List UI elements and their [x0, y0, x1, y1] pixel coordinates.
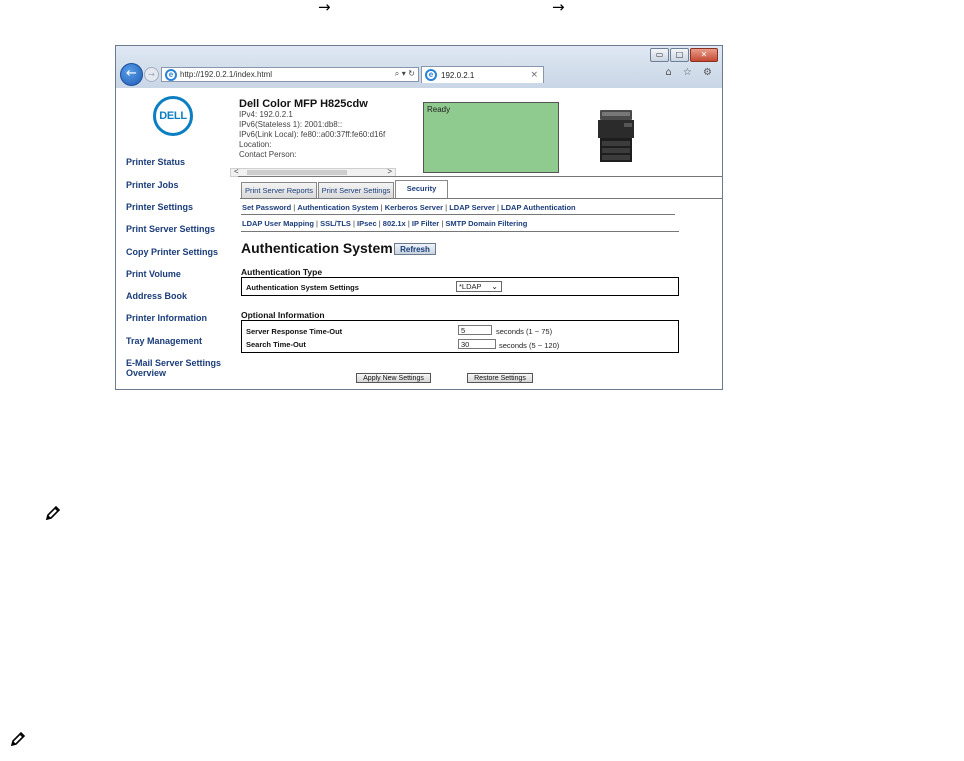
browser-chrome: ▭ □ ✕ ← → e http://192.0.2.1/index.html …	[116, 46, 722, 88]
sidebar-item-overview[interactable]: Overview	[126, 368, 166, 378]
link-ip-filter[interactable]: IP Filter	[412, 219, 439, 228]
tab-divider	[240, 198, 722, 199]
tab-close-icon[interactable]: ×	[530, 70, 538, 80]
search-timeout-label: Search Time-Out	[246, 340, 306, 349]
sidebar-item-address-book[interactable]: Address Book	[126, 291, 187, 301]
optional-info-heading: Optional Information	[241, 310, 325, 320]
response-timeout-input[interactable]: 5	[458, 325, 492, 335]
back-icon[interactable]: ←	[120, 63, 143, 86]
auth-system-label: Authentication System Settings	[246, 283, 359, 292]
restore-settings-button[interactable]: Restore Settings	[467, 373, 533, 383]
search-timeout-unit: seconds (5 ~ 120)	[499, 341, 560, 350]
ie-icon: e	[425, 69, 437, 81]
maximize-icon[interactable]: □	[670, 48, 689, 62]
optional-info-box: Server Response Time-Out 5 seconds (1 ~ …	[241, 320, 679, 353]
browser-window: ▭ □ ✕ ← → e http://192.0.2.1/index.html …	[115, 45, 723, 390]
home-favorites-settings-icon[interactable]: ⌂ ☆ ⚙	[665, 67, 716, 78]
sidebar-item-printer-status[interactable]: Printer Status	[126, 157, 185, 167]
page-content: DELL Printer Status Printer Jobs Printer…	[116, 88, 722, 389]
tab-security[interactable]: Security	[395, 180, 448, 198]
link-authentication-system[interactable]: Authentication System	[297, 203, 378, 212]
dell-logo: DELL	[153, 96, 193, 136]
note-pencil-icon	[10, 731, 26, 747]
response-timeout-label: Server Response Time-Out	[246, 327, 343, 336]
sidebar-item-email-server-settings[interactable]: E-Mail Server Settings	[126, 358, 221, 368]
scroll-thumb[interactable]	[247, 170, 347, 175]
forward-icon[interactable]: →	[144, 67, 159, 82]
nav-arrow: →	[552, 0, 565, 16]
sidebar-item-printer-settings[interactable]: Printer Settings	[126, 202, 193, 212]
sidebar-item-tray-management[interactable]: Tray Management	[126, 336, 202, 346]
device-info: Dell Color MFP H825cdw IPv4: 192.0.2.1 I…	[239, 98, 399, 160]
search-refresh-icon[interactable]: ⌕ ▾ ↻	[395, 69, 415, 79]
scroll-right-icon[interactable]: >	[387, 167, 392, 176]
ipv6-link-local: IPv6(Link Local): fe80::a00:37ff:fe60:d1…	[239, 130, 386, 139]
address-bar[interactable]: e http://192.0.2.1/index.html ⌕ ▾ ↻	[161, 67, 419, 82]
sidebar-item-print-volume[interactable]: Print Volume	[126, 269, 181, 279]
link-ldap-authentication[interactable]: LDAP Authentication	[501, 203, 576, 212]
device-model: Dell Color MFP H825cdw	[239, 98, 368, 110]
auth-type-heading: Authentication Type	[241, 267, 323, 277]
link-kerberos-server[interactable]: Kerberos Server	[385, 203, 443, 212]
close-icon[interactable]: ✕	[690, 48, 718, 62]
links-divider	[241, 214, 675, 215]
sidebar-item-print-server-settings[interactable]: Print Server Settings	[126, 224, 215, 234]
chevron-down-icon: ⌄	[491, 282, 498, 291]
printer-status-panel: Ready	[423, 102, 559, 173]
ipv4-address: IPv4: 192.0.2.1	[239, 110, 293, 119]
ie-icon: e	[165, 69, 177, 81]
note-pencil-icon	[45, 505, 61, 521]
printer-icon	[598, 110, 634, 162]
response-timeout-unit: seconds (1 ~ 75)	[496, 327, 553, 336]
nav-arrow: →	[318, 0, 331, 16]
tab-print-server-settings[interactable]: Print Server Settings	[318, 182, 394, 198]
auth-type-box: Authentication System Settings *LDAP ⌄	[241, 277, 679, 296]
tab-print-server-reports[interactable]: Print Server Reports	[241, 182, 317, 198]
sidebar-item-printer-information[interactable]: Printer Information	[126, 313, 207, 323]
links-divider	[241, 231, 679, 232]
link-8021x[interactable]: 802.1x	[383, 219, 406, 228]
browser-tab[interactable]: e 192.0.2.1 ×	[421, 66, 544, 83]
search-timeout-input[interactable]: 30	[458, 339, 496, 349]
link-ssl-tls[interactable]: SSL/TLS	[320, 219, 351, 228]
sidebar-item-printer-jobs[interactable]: Printer Jobs	[126, 180, 179, 190]
location: Location:	[239, 140, 272, 149]
contact-person: Contact Person:	[239, 150, 297, 159]
link-set-password[interactable]: Set Password	[242, 203, 291, 212]
link-smtp-domain-filtering[interactable]: SMTP Domain Filtering	[445, 219, 527, 228]
header-divider	[238, 176, 722, 177]
auth-system-value: *LDAP	[459, 282, 482, 291]
link-ldap-user-mapping[interactable]: LDAP User Mapping	[242, 219, 314, 228]
page-title: Authentication System -	[241, 240, 402, 256]
scroll-left-icon[interactable]: <	[234, 167, 239, 176]
security-links-row2: LDAP User Mapping | SSL/TLS | IPsec | 80…	[242, 219, 527, 228]
window-controls: ▭ □ ✕	[649, 48, 718, 62]
tab-title: 192.0.2.1	[441, 71, 475, 80]
apply-settings-button[interactable]: Apply New Settings	[356, 373, 431, 383]
link-ipsec[interactable]: IPsec	[357, 219, 377, 228]
minimize-icon[interactable]: ▭	[650, 48, 669, 62]
ipv6-stateless: IPv6(Stateless 1): 2001:db8::	[239, 120, 343, 129]
auth-system-select[interactable]: *LDAP ⌄	[456, 281, 502, 292]
sidebar-item-copy-printer-settings[interactable]: Copy Printer Settings	[126, 247, 218, 257]
link-ldap-server[interactable]: LDAP Server	[449, 203, 495, 212]
url-text: http://192.0.2.1/index.html	[180, 70, 273, 79]
security-links-row1: Set Password | Authentication System | K…	[242, 203, 576, 212]
status-text: Ready	[427, 105, 451, 114]
refresh-button[interactable]: Refresh	[394, 243, 436, 255]
